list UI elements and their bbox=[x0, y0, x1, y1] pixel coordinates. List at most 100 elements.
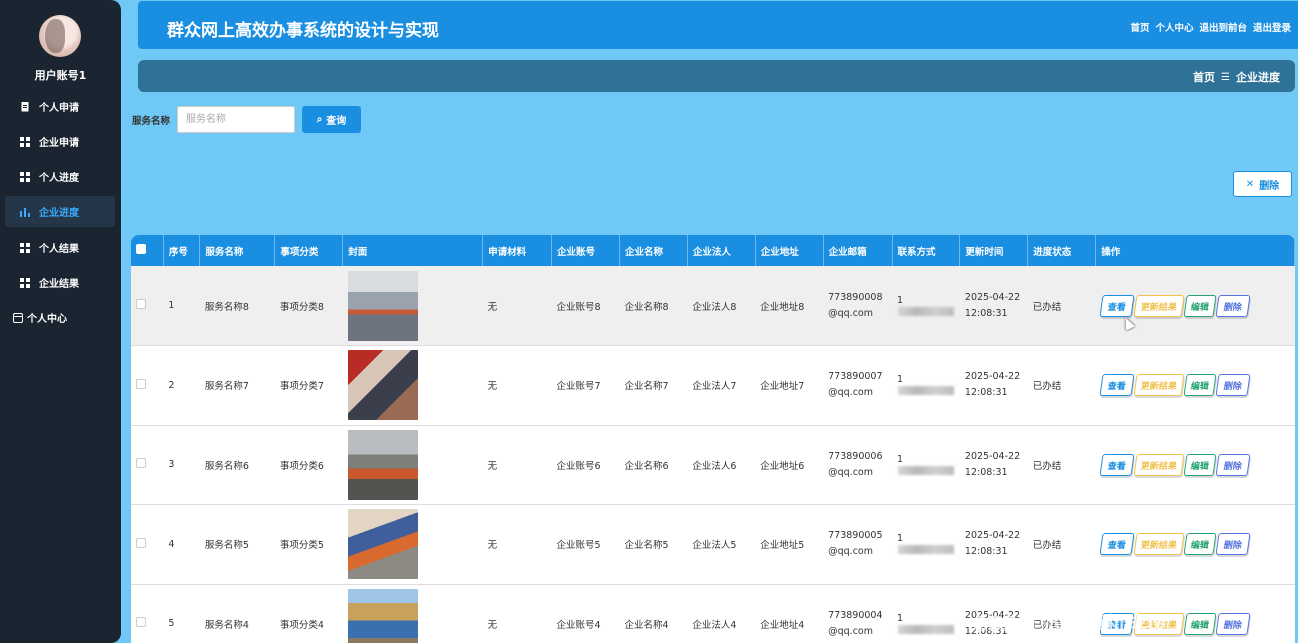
cell-address: 企业地址5 bbox=[760, 540, 805, 552]
cell-phone: 1 bbox=[892, 584, 960, 643]
row-checkbox[interactable] bbox=[136, 299, 146, 309]
grid-icon bbox=[20, 277, 30, 288]
cell-time: 2025-04-22 12:08:31 bbox=[964, 530, 1021, 558]
delete-button[interactable]: 删除 bbox=[1215, 294, 1251, 317]
table-row: 3 服务名称6 事项分类6 无 企业账号6 企业名称6 企业法人6 企业地址6 77389000… bbox=[131, 425, 1295, 505]
cell-category: 事项分类6 bbox=[279, 460, 324, 472]
row-actions: 查看 更新结果 编辑 删除 bbox=[1099, 294, 1295, 317]
breadcrumb-home[interactable]: 首页 bbox=[1193, 69, 1215, 85]
sidebar-item-enterprise-result[interactable]: 企业结果 bbox=[5, 267, 115, 298]
table-row: 4 服务名称5 事项分类5 无 企业账号5 企业名称5 企业法人5 企业地址5 77389000… bbox=[131, 504, 1295, 585]
edit-button[interactable]: 编辑 bbox=[1183, 612, 1217, 635]
breadcrumb-bar: 首页 ☰ 企业进度 bbox=[138, 60, 1295, 92]
cell-cover bbox=[343, 346, 483, 426]
edit-button[interactable]: 编辑 bbox=[1183, 533, 1217, 556]
sidebar-item-enterprise-progress[interactable]: 企业进度 bbox=[5, 196, 115, 227]
table-row: 1 服务名称8 事项分类8 无 企业账号8 企业名称8 企业法人8 企业地址8 77389000… bbox=[131, 266, 1295, 346]
row-actions: 查看 更新结果 编辑 删除 bbox=[1099, 453, 1295, 476]
sidebar: 用户账号1 个人申请 企业申请 个人进度 企业进度 个人结果 企业结果 个人中心 bbox=[0, 0, 121, 643]
header-link-logout[interactable]: 退出登录 bbox=[1253, 20, 1291, 34]
grid-icon bbox=[20, 171, 30, 182]
batch-delete-button[interactable]: ✕ 删除 bbox=[1233, 171, 1292, 197]
header-links: 首页 个人中心 退出到前台 退出登录 bbox=[1130, 20, 1291, 34]
column-header: 联系方式 bbox=[892, 235, 961, 266]
cell-category: 事项分类8 bbox=[279, 301, 324, 313]
sidebar-item-enterprise-apply[interactable]: 企业申请 bbox=[5, 126, 115, 157]
cell-no: 1 bbox=[168, 300, 175, 311]
cell-phone: 1 bbox=[892, 266, 960, 346]
column-header: 企业邮箱 bbox=[823, 235, 893, 266]
breadcrumb: 首页 ☰ 企业进度 bbox=[1193, 69, 1280, 85]
close-icon: ✕ bbox=[1245, 178, 1255, 190]
sidebar-item-personal-apply[interactable]: 个人申请 bbox=[5, 91, 115, 122]
select-all-cell bbox=[131, 235, 164, 266]
update-result-button[interactable]: 更新结果 bbox=[1133, 294, 1185, 317]
cell-service: 服务名称7 bbox=[204, 381, 249, 393]
update-result-button[interactable]: 更新结果 bbox=[1133, 453, 1185, 476]
edit-button[interactable]: 编辑 bbox=[1183, 453, 1217, 476]
phone-redacted bbox=[898, 624, 955, 634]
view-button[interactable]: 查看 bbox=[1099, 453, 1135, 476]
cell-category: 事项分类7 bbox=[279, 381, 324, 393]
table-row: 2 服务名称7 事项分类7 无 企业账号7 企业名称7 企业法人7 企业地址7 77389000… bbox=[131, 345, 1295, 426]
select-all-checkbox[interactable] bbox=[136, 244, 146, 254]
header-link-exit-frontend[interactable]: 退出到前台 bbox=[1199, 20, 1247, 34]
cell-name: 企业名称8 bbox=[624, 301, 669, 313]
column-header: 封面 bbox=[342, 235, 484, 266]
sidebar-item-personal-center[interactable]: 个人中心 bbox=[8, 302, 118, 333]
update-result-button[interactable]: 更新结果 bbox=[1133, 533, 1185, 556]
row-checkbox[interactable] bbox=[136, 617, 146, 628]
search-input[interactable] bbox=[177, 106, 295, 133]
cell-email: 773890006@qq.com bbox=[828, 450, 883, 478]
cell-address: 企业地址8 bbox=[760, 301, 805, 313]
edit-button[interactable]: 编辑 bbox=[1183, 374, 1217, 397]
sidebar-item-personal-result[interactable]: 个人结果 bbox=[5, 232, 115, 263]
view-button[interactable]: 查看 bbox=[1099, 533, 1135, 556]
delete-button[interactable]: 删除 bbox=[1215, 533, 1251, 556]
avatar[interactable] bbox=[39, 15, 81, 57]
search-button[interactable]: ⌕ 查询 bbox=[302, 106, 361, 133]
row-checkbox[interactable] bbox=[136, 378, 146, 389]
watermark: CSDN @计算机毕设 bbox=[972, 612, 1168, 636]
cell-material: 无 bbox=[487, 540, 498, 552]
row-checkbox[interactable] bbox=[136, 537, 146, 548]
cell-account: 企业账号7 bbox=[556, 381, 601, 393]
row-checkbox[interactable] bbox=[136, 458, 146, 469]
cell-account: 企业账号6 bbox=[556, 460, 601, 472]
sidebar-item-label: 个人结果 bbox=[39, 244, 79, 255]
cell-no: 4 bbox=[168, 538, 175, 550]
breadcrumb-separator-icon: ☰ bbox=[1221, 71, 1230, 83]
cell-material: 无 bbox=[487, 381, 498, 393]
cover-image bbox=[347, 509, 418, 580]
delete-button[interactable]: 删除 bbox=[1215, 453, 1251, 476]
phone-text: 1 bbox=[897, 533, 904, 545]
cell-email: 773890004@qq.com bbox=[828, 609, 883, 637]
header-link-personal-center[interactable]: 个人中心 bbox=[1155, 20, 1193, 34]
view-button[interactable]: 查看 bbox=[1099, 374, 1135, 397]
phone-text: 1 bbox=[897, 612, 904, 624]
update-result-button[interactable]: 更新结果 bbox=[1133, 374, 1185, 397]
delete-button[interactable]: 删除 bbox=[1215, 374, 1251, 397]
cell-actions: 查看 更新结果 编辑 删除 bbox=[1096, 505, 1295, 585]
column-header: 企业地址 bbox=[755, 235, 824, 266]
cell-legal: 企业法人6 bbox=[692, 460, 737, 472]
delete-button[interactable]: 删除 bbox=[1215, 612, 1251, 635]
phone-redacted bbox=[898, 306, 955, 316]
username-label: 用户账号1 bbox=[34, 69, 87, 82]
header-link-home[interactable]: 首页 bbox=[1130, 20, 1149, 34]
cover-image bbox=[347, 270, 418, 341]
row-select-cell bbox=[131, 584, 163, 643]
search-button-label: 查询 bbox=[326, 116, 347, 127]
edit-button[interactable]: 编辑 bbox=[1183, 294, 1217, 317]
cell-phone: 1 bbox=[892, 425, 960, 505]
cell-cover bbox=[343, 425, 483, 505]
phone-redacted bbox=[898, 465, 955, 475]
card-icon bbox=[13, 312, 23, 323]
sidebar-item-personal-progress[interactable]: 个人进度 bbox=[5, 161, 115, 192]
batch-delete-label: 删除 bbox=[1259, 180, 1280, 192]
breadcrumb-current: 企业进度 bbox=[1236, 71, 1280, 84]
search-icon: ⌕ bbox=[316, 114, 323, 125]
cell-time: 2025-04-22 12:08:31 bbox=[964, 371, 1021, 399]
row-select-cell bbox=[131, 266, 163, 346]
view-button[interactable]: 查看 bbox=[1099, 294, 1135, 317]
